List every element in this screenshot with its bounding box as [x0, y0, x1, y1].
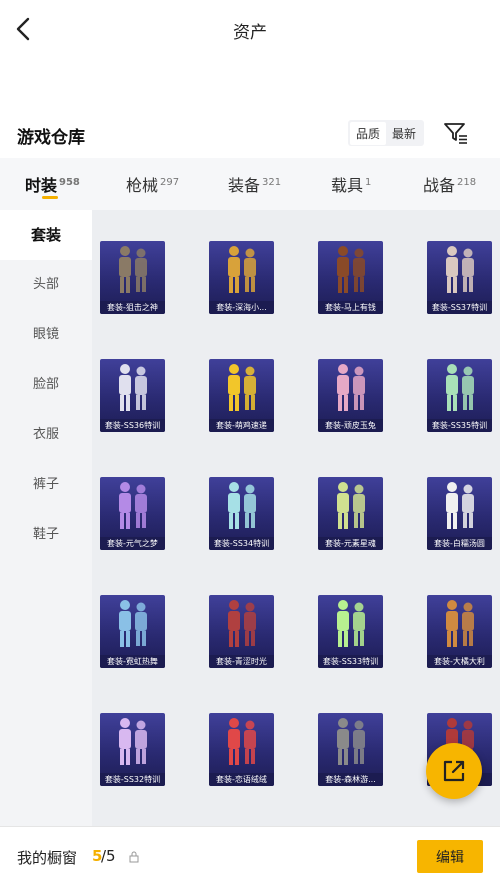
outfit-figure-icon — [337, 482, 365, 529]
outfit-figure-icon — [337, 246, 365, 293]
outfit-card[interactable]: 套装-萌鸡速递 — [209, 359, 274, 432]
outfit-card-label: 套装-恋语绒绒 — [209, 773, 274, 786]
tab-label: 战备 — [423, 176, 456, 195]
outfit-card[interactable]: 套装-顽皮玉兔 — [318, 359, 383, 432]
tab-count: 297 — [160, 177, 180, 188]
outfit-card-label: 套装-深海小... — [209, 301, 274, 314]
tab-guns[interactable]: 枪械 297 — [126, 172, 179, 196]
tab-label: 装备 — [228, 176, 261, 195]
outfit-figure-icon — [228, 246, 256, 293]
outfit-figure-icon — [119, 364, 147, 411]
sidebar-item-head[interactable]: 头部 — [0, 260, 92, 310]
outfit-figure-icon — [337, 600, 365, 647]
outfit-figure-icon — [446, 600, 474, 647]
tab-equipment[interactable]: 装备 321 — [228, 172, 281, 196]
outfit-figure-icon — [228, 718, 256, 765]
outfit-card-label: 套装-青涩时光 — [209, 655, 274, 668]
outfit-figure-icon — [446, 246, 474, 293]
outfit-card[interactable]: 套装-霓虹热舞 — [100, 595, 165, 668]
outfit-card[interactable]: 套装-森林游... — [318, 713, 383, 786]
sidebar-item-clothes[interactable]: 衣服 — [0, 410, 92, 460]
top-bar: 资产 — [0, 0, 500, 58]
sidebar-item-pants[interactable]: 裤子 — [0, 460, 92, 510]
outfit-card-label: 套装-SS37特训 — [427, 301, 492, 314]
tab-count: 321 — [262, 177, 282, 188]
section-title: 游戏仓库 — [17, 128, 85, 148]
outfit-card[interactable]: 套装-马上有钱 — [318, 241, 383, 314]
edit-button[interactable]: 编辑 — [417, 840, 483, 873]
outfit-card-label: 套装-元素星魂 — [318, 537, 383, 550]
outfit-card[interactable]: 套装-白糯汤圆 — [427, 477, 492, 550]
tab-label: 时装 — [25, 176, 58, 195]
share-fab[interactable] — [426, 743, 482, 799]
outfit-figure-icon — [119, 482, 147, 529]
tab-count: 218 — [457, 177, 477, 188]
outfit-card[interactable]: 套装-元气之梦 — [100, 477, 165, 550]
item-grid: 套装-狙击之神 套装-深海小... 套装-马上有钱 套装-SS37特训套装-SS36特… — [92, 210, 500, 826]
wardrobe-label: 我的橱窗 — [17, 849, 78, 867]
outfit-card[interactable]: 套装-青涩时光 — [209, 595, 274, 668]
outfit-figure-icon — [228, 364, 256, 411]
outfit-card[interactable]: 套装-SS37特训 — [427, 241, 492, 314]
outfit-card-label: 套装-顽皮玉兔 — [318, 419, 383, 432]
outfit-figure-icon — [119, 718, 147, 765]
outfit-figure-icon — [446, 364, 474, 411]
sidebar-item-face[interactable]: 脸部 — [0, 360, 92, 410]
tab-count: 958 — [59, 177, 80, 188]
outfit-card-label: 套装-SS32特训 — [100, 773, 165, 786]
tab-vehicles[interactable]: 载具 1 — [331, 172, 371, 196]
sidebar: 套装 头部 眼镜 脸部 衣服 裤子 鞋子 — [0, 210, 92, 826]
outfit-figure-icon — [119, 600, 147, 647]
outfit-figure-icon — [446, 482, 474, 529]
sort-toggle: 品质 最新 — [348, 120, 425, 146]
outfit-card-label: 套装-SS34特训 — [209, 537, 274, 550]
tab-supplies[interactable]: 战备 218 — [423, 172, 476, 196]
filter-icon[interactable] — [442, 120, 470, 146]
category-tabs: 时装 958 枪械 297 装备 321 载具 1 战备 218 — [0, 158, 500, 210]
outfit-card-label: 套装-白糯汤圆 — [427, 537, 492, 550]
sort-quality-button[interactable]: 品质 — [350, 121, 387, 145]
outfit-card[interactable]: 套装-恋语绒绒 — [209, 713, 274, 786]
sidebar-item-shoes[interactable]: 鞋子 — [0, 510, 92, 560]
page-title: 资产 — [233, 23, 267, 43]
outfit-card-label: 套装-元气之梦 — [100, 537, 165, 550]
active-tab-indicator — [42, 196, 58, 199]
outfit-card[interactable]: 套装-大橘大利 — [427, 595, 492, 668]
outfit-card[interactable]: 套装-狙击之神 — [100, 241, 165, 314]
outfit-figure-icon — [228, 482, 256, 529]
outfit-card-label: 套装-马上有钱 — [318, 301, 383, 314]
outfit-figure-icon — [228, 600, 256, 647]
wardrobe-count-total: /5 — [101, 847, 116, 865]
outfit-card[interactable]: 套装-元素星魂 — [318, 477, 383, 550]
tab-fashion[interactable]: 时装 958 — [25, 172, 80, 196]
outfit-card[interactable]: 套装-SS34特训 — [209, 477, 274, 550]
outfit-card-label: 套装-霓虹热舞 — [100, 655, 165, 668]
outfit-figure-icon — [337, 364, 365, 411]
outfit-card[interactable]: 套装-SS36特训 — [100, 359, 165, 432]
outfit-card-label: 套装-大橘大利 — [427, 655, 492, 668]
sidebar-item-suit[interactable]: 套装 — [0, 210, 92, 260]
outfit-card-label: 套装-森林游... — [318, 773, 383, 786]
outfit-card[interactable]: 套装-深海小... — [209, 241, 274, 314]
external-link-icon — [443, 760, 465, 782]
bottom-bar: 我的橱窗 5 /5 编辑 — [0, 826, 500, 885]
tab-label: 枪械 — [126, 176, 159, 195]
outfit-card[interactable]: 套装-SS33特训 — [318, 595, 383, 668]
tab-label: 载具 — [331, 176, 364, 195]
outfit-card[interactable]: 套装-SS35特训 — [427, 359, 492, 432]
outfit-card-label: 套装-SS36特训 — [100, 419, 165, 432]
outfit-card-label: 套装-狙击之神 — [100, 301, 165, 314]
outfit-card[interactable]: 套装-SS32特训 — [100, 713, 165, 786]
section-header: 游戏仓库 品质 最新 — [0, 118, 500, 152]
sort-latest-button[interactable]: 最新 — [386, 122, 422, 145]
outfit-figure-icon — [119, 246, 147, 293]
lock-icon — [129, 851, 139, 863]
outfit-figure-icon — [337, 718, 365, 765]
outfit-card-label: 套装-SS35特训 — [427, 419, 492, 432]
outfit-card-label: 套装-SS33特训 — [318, 655, 383, 668]
sidebar-item-glasses[interactable]: 眼镜 — [0, 310, 92, 360]
tab-count: 1 — [365, 177, 372, 188]
outfit-card-label: 套装-萌鸡速递 — [209, 419, 274, 432]
